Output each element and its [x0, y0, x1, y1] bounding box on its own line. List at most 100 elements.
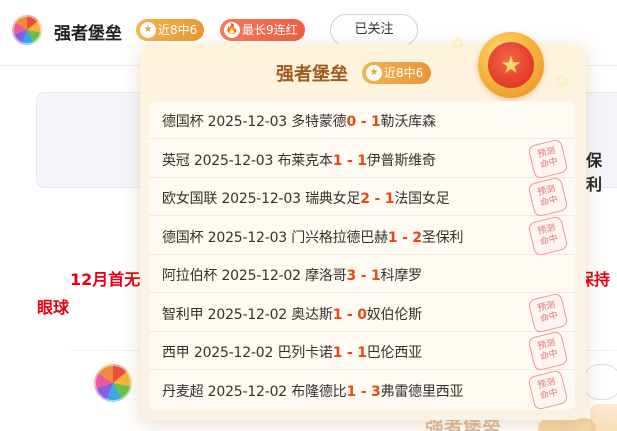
- match-score-separator: -: [356, 114, 371, 130]
- secondary-follow-button[interactable]: [582, 364, 617, 400]
- match-home-team: 摩洛哥: [305, 268, 347, 284]
- hit-stamp-icon: 预测 命中: [527, 214, 569, 257]
- match-text: 丹麦超 2025-12-02 布隆德比1 - 3弗雷德里西亚: [162, 381, 464, 401]
- match-row[interactable]: 阿拉伯杯 2025-12-02 摩洛哥3 - 1科摩罗: [149, 255, 575, 293]
- match-away-team: 勒沃库森: [380, 114, 436, 130]
- popup-title: 强者堡垒: [276, 64, 348, 85]
- match-date: 2025-12-02: [207, 306, 292, 323]
- expert-name[interactable]: 强者堡垒: [54, 19, 122, 44]
- match-away-score: 1: [371, 114, 381, 130]
- headline-red-1: 12月首无: [70, 270, 141, 289]
- expert-avatar[interactable]: [12, 15, 42, 45]
- popup-badge-label: 近8中6: [384, 66, 424, 80]
- match-date: 2025-12-03: [207, 114, 292, 130]
- hit-stamp-icon: 预测 命中: [527, 330, 569, 372]
- match-date: 2025-12-03: [193, 152, 278, 169]
- secondary-avatar[interactable]: [94, 364, 132, 402]
- headline-red-2: 眼球: [37, 298, 70, 317]
- match-date: 2025-12-02: [207, 383, 292, 400]
- sparkle-icon: ✦: [556, 74, 568, 90]
- star-icon: ★: [140, 22, 156, 38]
- match-away-score: 1: [357, 345, 367, 361]
- match-home-team: 布莱克本: [277, 152, 333, 169]
- match-home-team: 巴列卡诺: [277, 345, 333, 361]
- match-row[interactable]: 西甲 2025-12-02 巴列卡诺1 - 1巴伦西亚 预测 命中: [149, 330, 575, 372]
- match-home-team: 多特蒙德: [291, 114, 347, 130]
- match-text: 德国杯 2025-12-03 多特蒙德0 - 1勒沃库森: [162, 111, 436, 131]
- match-row[interactable]: 智利甲 2025-12-02 奥达斯1 - 0奴伯伦斯 预测 命中: [149, 291, 575, 334]
- match-home-score: 1: [332, 306, 343, 323]
- match-league: 德国杯: [162, 114, 208, 130]
- match-date: 2025-12-02: [221, 268, 306, 284]
- match-home-score: 1: [387, 229, 398, 246]
- record-popup: ★ ✦ ✦ 强者堡垒 ★ 近8中6 德国杯 2025-12-03 多特蒙德0 -…: [140, 32, 586, 420]
- match-text: 西甲 2025-12-02 巴列卡诺1 - 1巴伦西亚: [162, 342, 422, 362]
- match-away-score: 0: [357, 306, 367, 323]
- match-away-score: 1: [357, 152, 367, 169]
- match-text: 智利甲 2025-12-02 奥达斯1 - 0奴伯伦斯: [162, 304, 422, 324]
- match-home-score: 1: [332, 345, 343, 361]
- hit-stamp-icon: 预测 命中: [527, 368, 569, 411]
- follow-button[interactable]: 已关注: [330, 14, 418, 46]
- match-home-team: 瑞典女足: [305, 191, 361, 207]
- match-league: 智利甲: [162, 306, 208, 323]
- match-date: 2025-12-03: [207, 229, 292, 246]
- match-text: 阿拉伯杯 2025-12-02 摩洛哥3 - 1科摩罗: [162, 265, 422, 285]
- match-league: 英冠: [162, 152, 194, 169]
- match-home-team: 布隆德比: [291, 383, 347, 400]
- match-row[interactable]: 英冠 2025-12-03 布莱克本1 - 1伊普斯维奇 预测 命中: [149, 137, 575, 180]
- hit-stamp-icon: 预测 命中: [527, 176, 569, 218]
- hit-stamp-icon: 预测 命中: [527, 291, 569, 334]
- match-text: 英冠 2025-12-03 布莱克本1 - 1伊普斯维奇: [162, 150, 436, 170]
- match-home-score: 0: [346, 114, 357, 130]
- match-score-separator: -: [342, 345, 358, 361]
- star-icon: ★: [366, 65, 382, 81]
- match-score-separator: -: [356, 383, 371, 400]
- longest-streak-badge[interactable]: 🔥 最长9连红: [220, 19, 305, 41]
- match-away-score: 1: [371, 268, 381, 284]
- match-away-team: 奴伯伦斯: [366, 306, 422, 323]
- match-away-score: 2: [412, 229, 422, 246]
- match-home-score: 3: [346, 268, 357, 284]
- match-score-separator: -: [397, 229, 413, 246]
- streak-badge[interactable]: ★ 近8中6: [136, 19, 205, 41]
- streak-badge-label: 近8中6: [158, 23, 198, 37]
- medal-icon: ★: [478, 32, 544, 98]
- match-list: 德国杯 2025-12-03 多特蒙德0 - 1勒沃库森 英冠 2025-12-0…: [149, 101, 575, 411]
- match-home-team: 门兴格拉德巴赫: [291, 229, 388, 246]
- hit-stamp-icon: 预测 命中: [527, 137, 569, 180]
- longest-streak-label: 最长9连红: [242, 23, 298, 37]
- match-row[interactable]: 德国杯 2025-12-03 多特蒙德0 - 1勒沃库森: [149, 101, 575, 139]
- match-home-score: 2: [360, 191, 370, 207]
- match-date: 2025-12-02: [193, 345, 278, 361]
- match-away-team: 法国女足: [394, 191, 450, 207]
- match-league: 德国杯: [162, 229, 208, 246]
- popup-streak-badge: ★ 近8中6: [362, 62, 432, 84]
- match-score-separator: -: [342, 152, 358, 169]
- match-league: 西甲: [162, 345, 194, 361]
- match-row[interactable]: 欧女国联 2025-12-03 瑞典女足2 - 1法国女足 预测 命中: [149, 176, 575, 218]
- match-text: 德国杯 2025-12-03 门兴格拉德巴赫1 - 2圣保利: [162, 227, 464, 247]
- match-away-score: 1: [384, 191, 395, 207]
- match-away-score: 3: [371, 383, 381, 400]
- match-away-team: 科摩罗: [380, 268, 423, 284]
- match-away-team: 伊普斯维奇: [366, 152, 436, 169]
- match-home-team: 奥达斯: [291, 306, 333, 323]
- match-home-score: 1: [346, 383, 357, 400]
- match-league: 欧女国联: [162, 191, 222, 207]
- match-text: 欧女国联 2025-12-03 瑞典女足2 - 1法国女足: [162, 188, 450, 208]
- match-row[interactable]: 丹麦超 2025-12-02 布隆德比1 - 3弗雷德里西亚 预测 命中: [149, 368, 575, 411]
- fire-icon: 🔥: [224, 22, 240, 38]
- match-away-team: 圣保利: [421, 229, 464, 246]
- match-away-team: 弗雷德里西亚: [380, 383, 464, 400]
- match-league: 丹麦超: [162, 383, 208, 400]
- match-league: 阿拉伯杯: [162, 268, 222, 284]
- match-score-separator: -: [356, 268, 371, 284]
- article-card-text: 保利: [586, 151, 603, 194]
- match-date: 2025-12-03: [221, 191, 306, 207]
- medal-star-icon: ★: [488, 42, 534, 88]
- sparkle-icon: ✦: [452, 36, 464, 52]
- match-away-team: 巴伦西亚: [366, 345, 422, 361]
- match-home-score: 1: [332, 152, 343, 169]
- match-row[interactable]: 德国杯 2025-12-03 门兴格拉德巴赫1 - 2圣保利 预测 命中: [149, 214, 575, 257]
